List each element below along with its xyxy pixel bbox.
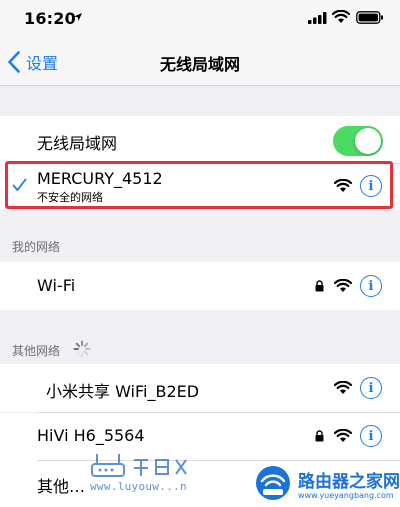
location-arrow-icon — [74, 13, 82, 21]
watermark-router-badge-icon — [256, 466, 290, 500]
info-icon[interactable]: i — [360, 275, 382, 297]
network-name: 小米共享 WiFi_B2ED — [46, 382, 200, 401]
navigation-bar: 设置 无线局域网 — [0, 38, 400, 86]
status-wifi-icon — [332, 10, 350, 23]
cellular-signal-icon — [308, 12, 327, 24]
lock-icon — [315, 280, 324, 292]
watermark-logo-right: 路由器之家网 www.yueyangbang.com — [248, 461, 400, 505]
wlan-toggle-label: 无线局域网 — [37, 134, 118, 153]
my-network-row-wifi[interactable]: Wi-Fi i — [0, 262, 400, 310]
network-name: Wi-Fi — [37, 276, 76, 295]
wifi-signal-icon — [334, 279, 352, 292]
my-networks-header: 我的网络 — [12, 240, 61, 254]
network-name: HiVi H6_5564 — [37, 426, 145, 445]
wlan-toggle-switch[interactable] — [333, 126, 383, 156]
status-time: 16:20 — [24, 9, 76, 28]
page-title: 无线局域网 — [159, 55, 240, 74]
wifi-signal-icon — [334, 381, 352, 394]
other-networks-header: 其他网络 — [12, 344, 61, 358]
watermark-logo-left: www.luyouw...n — [88, 452, 218, 500]
wifi-signal-icon — [334, 429, 352, 442]
info-icon[interactable]: i — [360, 377, 382, 399]
lock-icon — [315, 430, 324, 442]
other-network-row-xiaomi[interactable]: 小米共享 WiFi_B2ED i — [0, 364, 400, 412]
info-icon[interactable]: i — [360, 425, 382, 447]
router-icon — [91, 454, 125, 477]
watermark-left-domain: www.luyouw...n — [90, 480, 187, 493]
watermark-glyphs — [134, 459, 187, 476]
loading-spinner-icon — [73, 340, 91, 358]
highlight-box — [5, 161, 393, 209]
battery-icon — [356, 11, 383, 24]
toggle-knob — [355, 128, 381, 154]
wlan-toggle-row: 无线局域网 — [0, 116, 400, 164]
other-network-label: 其他… — [37, 477, 86, 496]
watermark-right-domain: www.yueyangbang.com — [298, 491, 394, 500]
watermark-right-title: 路由器之家网 — [298, 472, 400, 492]
status-bar: 16:20 — [0, 0, 400, 38]
